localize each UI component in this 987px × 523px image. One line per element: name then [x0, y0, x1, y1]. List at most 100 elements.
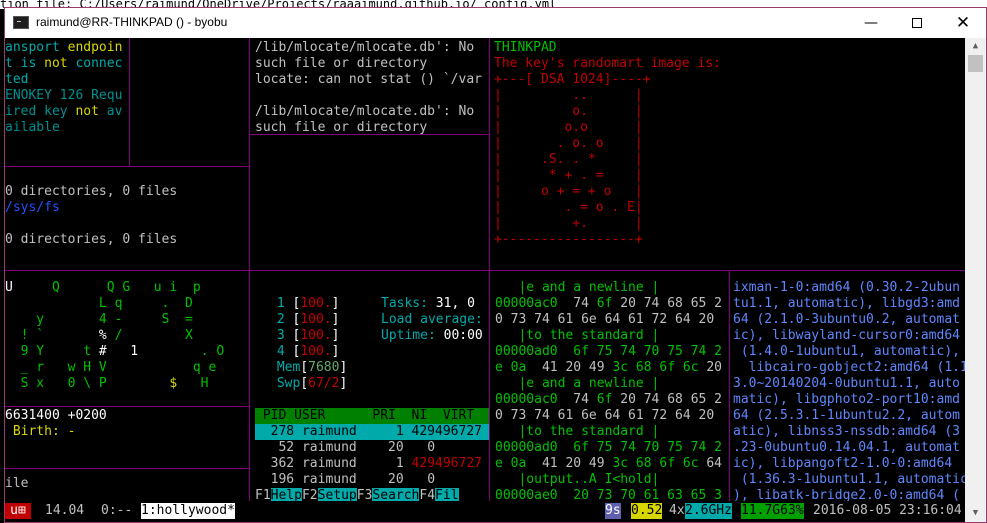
pane-divider [249, 38, 250, 270]
uptime-info: Uptime: 00:00 [381, 328, 483, 344]
text-segment: 6f [596, 392, 621, 407]
text-segment: 74 [573, 296, 597, 311]
locate-line: such file or directory [255, 120, 428, 135]
cpu-meter: 2 [100.] [269, 312, 340, 328]
matrix-line: 9 Y t # 1 . O [5, 344, 225, 360]
scroll-down-icon[interactable]: ▼ [965, 505, 986, 522]
text-segment: 6f [596, 296, 621, 311]
text-segment: connec [67, 56, 123, 71]
text-segment: 20 [706, 360, 722, 375]
text-segment: av [98, 104, 123, 119]
apt-log-line: libcairo-gobject2:amd64 (1.1 [733, 360, 965, 375]
text-segment: e 0a [495, 360, 542, 375]
cpu-frequency: 2.6GHz [685, 503, 732, 519]
text-segment: 7680 [308, 360, 340, 375]
text-segment: 6f 75 74 70 75 74 2 [573, 440, 722, 455]
cpu-meter: 1 [100.] [269, 296, 340, 312]
text-segment: 74 [573, 392, 597, 407]
text-segment: 00:00 [443, 328, 483, 343]
text-segment: # [98, 344, 107, 359]
text-segment: Uptime: [381, 328, 444, 343]
text-segment: 31, 0 [435, 296, 475, 311]
randomart-line: | o. | [494, 104, 643, 119]
text-segment: 00000ad0 [495, 344, 574, 359]
apt-log-line: ixman-1-0:amd64 (0.30.2-2ubun [733, 280, 960, 295]
cpu-meter: 4 [100.] [269, 344, 340, 360]
text-segment: y 4 - S = [5, 312, 193, 327]
cpu-count: 4x [669, 503, 685, 518]
scroll-up-icon[interactable]: ▲ [965, 38, 986, 55]
text-segment [107, 344, 130, 359]
release-version: 14.04 [45, 503, 85, 518]
text-segment: not [75, 104, 99, 119]
hexdump-line: 00000ac0 74 6f 20 74 68 65 2 [495, 392, 722, 408]
close-button[interactable]: ✕ [940, 8, 986, 38]
randomart-line: | .S. . * | [494, 152, 643, 167]
randomart-line: +---[ DSA 1024]----+ [494, 72, 651, 87]
randomart-line: | . = o . E| [494, 200, 643, 215]
text-segment: |e and a newline | [495, 280, 660, 295]
process-row-selected[interactable]: 278 raimund 1 429496727 [255, 424, 489, 440]
vertical-scrollbar[interactable]: ▲ ▼ [965, 38, 986, 522]
text-segment: ] [331, 328, 340, 343]
tasks-info: Tasks: 31, 0 [381, 296, 475, 312]
process-row[interactable]: 362 raimund 1 429496727 [255, 456, 482, 472]
text-segment: ] [339, 360, 348, 375]
matrix-line: _ r w H V q e [5, 360, 217, 376]
text-segment: 20 74 68 65 2 [620, 392, 722, 407]
text-segment: ired key [5, 104, 76, 119]
text-segment: ] [331, 344, 340, 359]
apt-log-line: ic), libpangoft2-1.0-0:amd64 [733, 456, 960, 471]
text-segment: ] [331, 296, 340, 311]
window-tab-1[interactable]: 1:hollywood* [141, 503, 235, 519]
swap-meter: Swp[67/2] [269, 376, 347, 392]
pane-divider [5, 468, 249, 469]
text-segment: 0 73 74 61 6e 64 61 72 64 20 [495, 312, 715, 327]
hexdump-line: e 0a 41 20 49 3c 68 6f 6c 20 [495, 360, 722, 376]
randomart-line: | +. | [494, 216, 643, 231]
error-log-line: ailable [5, 120, 60, 136]
window-title: raimund@RR-THINKPAD () - byobu [36, 15, 228, 29]
error-log-line: t is not connec [5, 56, 122, 72]
updates-indicator: 9s [605, 503, 621, 519]
text-segment: 20 74 68 65 2 [620, 296, 722, 311]
stat-line: 6631400 +0200 [5, 408, 107, 424]
memory-usage: 11.7G63% [741, 503, 804, 519]
text-segment: |e and a newline | [495, 376, 660, 391]
text-segment: ] [339, 376, 348, 391]
text-segment: |to the standard | [495, 328, 660, 343]
terminal-area[interactable]: ansport endpoin t is not connec ted ENOKEY … [5, 38, 965, 522]
text-segment: 41 20 49 [541, 456, 613, 471]
randomart-host: THINKPAD [494, 40, 557, 55]
error-log-line: ired key not av [5, 104, 122, 120]
text-segment: ailable [5, 120, 60, 135]
scroll-thumb[interactable] [968, 55, 983, 72]
text-segment: 100. [300, 328, 332, 343]
locate-line: /lib/mlocate/mlocate.db': No [255, 40, 475, 55]
apt-log-line: (1.36.3-1ubuntu1.1, automatic [733, 472, 965, 487]
randomart-line: | * + . = | [494, 168, 643, 183]
hexdump-line: e 0a 41 20 49 3c 68 6f 6c 64 [495, 456, 722, 472]
process-row[interactable]: 196 raimund 20 0 [255, 472, 435, 488]
text-segment: e 0a [495, 456, 542, 471]
hexdump-line: 0 73 74 61 6e 64 61 72 64 20 [495, 408, 714, 424]
text-segment: 9 Y t [5, 344, 99, 359]
minimize-button[interactable]: — [848, 8, 894, 38]
apt-log-line: atic), libnss3-nssdb:amd64 (3 [733, 424, 960, 439]
text-segment: 196 raimund 20 [255, 472, 412, 487]
text-segment: 1 [269, 296, 293, 311]
window-tab-0[interactable]: 0:-- [101, 503, 132, 519]
maximize-button[interactable] [894, 8, 940, 38]
pane-divider [249, 270, 250, 501]
randomart-line: | .. | [494, 88, 643, 103]
hexdump-line: |to the standard | [495, 424, 659, 440]
hexdump-line: |e and a newline | [495, 280, 659, 296]
text-segment: ] [331, 312, 340, 327]
hexdump-line: |to the standard | [495, 328, 659, 344]
text-segment: Swp [269, 376, 301, 391]
text-segment: Birth: - [5, 424, 76, 439]
process-row[interactable]: 52 raimund 20 0 [255, 440, 435, 456]
text-segment: U [5, 280, 13, 295]
title-bar[interactable]: raimund@RR-THINKPAD () - byobu — ✕ [5, 8, 986, 38]
text-segment: endpoin [67, 40, 123, 55]
